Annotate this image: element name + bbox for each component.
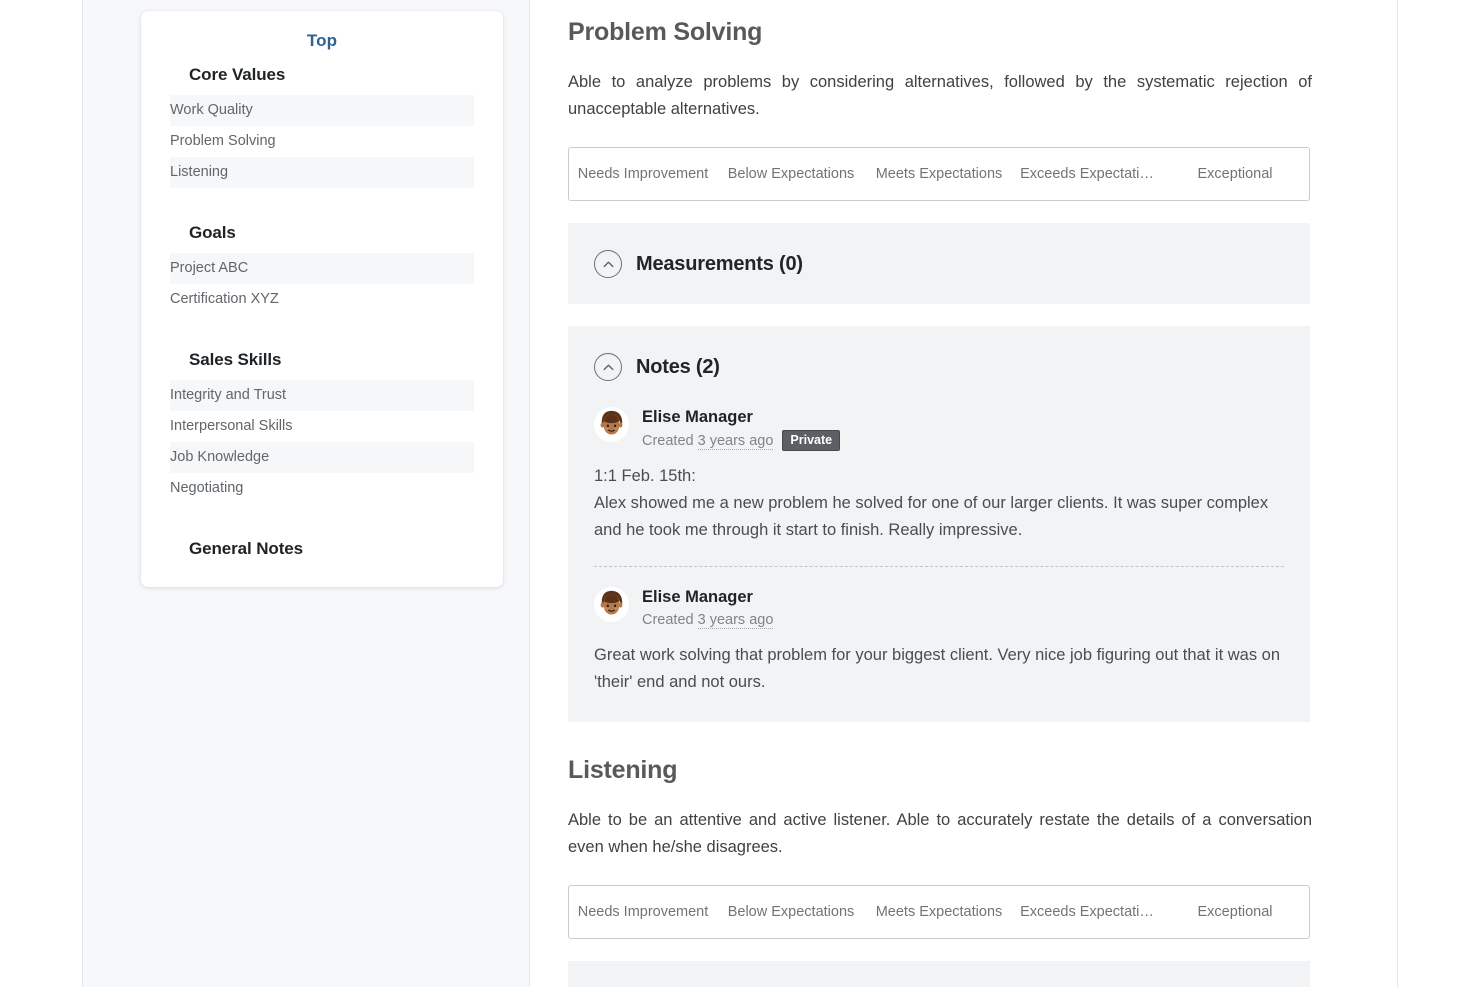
- sidebar-group-sales-skills: Sales Skills Integrity and Trust Interpe…: [141, 350, 503, 504]
- sidebar-group-title: Sales Skills: [189, 350, 282, 369]
- chevron-up-circle-icon[interactable]: [594, 353, 622, 381]
- sidebar-item-project-abc[interactable]: Project ABC: [170, 253, 474, 284]
- sidebar-group-title: Goals: [189, 223, 236, 242]
- sidebar-group-goals: Goals Project ABC Certification XYZ: [141, 223, 503, 315]
- sidebar-item-problem-solving[interactable]: Problem Solving: [170, 126, 474, 157]
- sidebar-nav-card: Top Core Values Work Quality Problem Sol…: [141, 11, 503, 587]
- note-author: Elise Manager: [642, 408, 753, 426]
- section-listening: Listening Able to be an attentive and ac…: [568, 756, 1361, 987]
- sidebar-item-label: Certification XYZ: [170, 291, 279, 307]
- sidebar-item-job-knowledge[interactable]: Job Knowledge: [170, 442, 474, 473]
- rating-option-exceeds-expectations[interactable]: Exceeds Expectati…: [1013, 904, 1161, 920]
- sidebar-item-label: Integrity and Trust: [170, 387, 287, 403]
- note-header: Elise Manager Created 3 years ago: [594, 587, 1284, 636]
- section-title: Problem Solving: [568, 18, 763, 46]
- notes-panel-header[interactable]: Notes (2): [568, 326, 1310, 407]
- avatar: [594, 587, 629, 622]
- sidebar-item-label: Job Knowledge: [170, 449, 270, 465]
- sidebar-column: Top Core Values Work Quality Problem Sol…: [83, 0, 530, 987]
- note-author: Elise Manager: [642, 588, 753, 606]
- sidebar-item-negotiating[interactable]: Negotiating: [170, 473, 474, 504]
- notes-list: Elise Manager Created 3 years ago Privat…: [568, 407, 1310, 722]
- sidebar-group-general-notes: General Notes: [141, 539, 503, 559]
- sidebar-top-link[interactable]: Top: [141, 29, 503, 65]
- measurements-panel-header[interactable]: Measurements (0): [568, 223, 1310, 304]
- note-meta: Created 3 years ago: [642, 610, 774, 630]
- note-meta: Created 3 years ago Private: [642, 430, 841, 451]
- sidebar-item-label: Work Quality: [170, 102, 253, 118]
- note-created-label: Created 3 years ago: [642, 432, 774, 450]
- notes-panel: Notes (2) Elise Manager Created 3 years …: [568, 326, 1310, 722]
- rating-scale[interactable]: Needs Improvement Below Expectations Mee…: [568, 885, 1310, 939]
- sidebar-item-integrity-and-trust[interactable]: Integrity and Trust: [170, 380, 474, 411]
- note-created-label: Created 3 years ago: [642, 612, 774, 629]
- note-created-time[interactable]: 3 years ago: [697, 612, 774, 629]
- rating-option-meets-expectations[interactable]: Meets Expectations: [865, 166, 1013, 182]
- main-content: Problem Solving Able to analyze problems…: [530, 0, 1397, 987]
- note-body: Great work solving that problem for your…: [594, 646, 1281, 691]
- section-problem-solving: Problem Solving Able to analyze problems…: [568, 18, 1361, 722]
- avatar: [594, 407, 629, 442]
- note-header: Elise Manager Created 3 years ago Privat…: [594, 407, 1284, 457]
- rating-scale[interactable]: Needs Improvement Below Expectations Mee…: [568, 147, 1310, 201]
- sidebar-item-certification-xyz[interactable]: Certification XYZ: [170, 284, 474, 315]
- app-shell: Top Core Values Work Quality Problem Sol…: [82, 0, 1398, 987]
- note-created-time[interactable]: 3 years ago: [697, 432, 774, 450]
- rating-option-below-expectations[interactable]: Below Expectations: [717, 904, 865, 920]
- sidebar-item-label: Listening: [170, 164, 229, 180]
- note-body: 1:1 Feb. 15th: Alex showed me a new prob…: [594, 467, 1269, 539]
- section-description: Able to analyze problems by considering …: [568, 73, 1312, 118]
- section-description: Able to be an attentive and active liste…: [568, 811, 1312, 856]
- rating-option-exceptional[interactable]: Exceptional: [1161, 166, 1309, 182]
- sidebar-item-label: Negotiating: [170, 480, 244, 496]
- note-item: Elise Manager Created 3 years ago Great …: [594, 587, 1284, 696]
- sidebar-group-title: Core Values: [189, 65, 286, 84]
- notes-panel-title: Notes (2): [636, 355, 720, 378]
- note-item: Elise Manager Created 3 years ago Privat…: [594, 407, 1284, 544]
- chevron-up-circle-icon[interactable]: [594, 250, 622, 278]
- sidebar-item-label: Problem Solving: [170, 133, 276, 149]
- note-author-block: Elise Manager Created 3 years ago Privat…: [642, 407, 841, 451]
- rating-option-exceeds-expectations[interactable]: Exceeds Expectati…: [1013, 166, 1161, 182]
- sidebar-group-title: General Notes: [189, 539, 303, 558]
- rating-option-exceptional[interactable]: Exceptional: [1161, 904, 1309, 920]
- section-title: Listening: [568, 756, 678, 784]
- status-badge-private: Private: [782, 430, 841, 451]
- rating-option-meets-expectations[interactable]: Meets Expectations: [865, 904, 1013, 920]
- rating-option-needs-improvement[interactable]: Needs Improvement: [569, 166, 717, 182]
- rating-option-below-expectations[interactable]: Below Expectations: [717, 166, 865, 182]
- measurements-panel: Measurements (0): [568, 223, 1310, 304]
- sidebar-item-label: Interpersonal Skills: [170, 418, 293, 434]
- measurements-panel-title: Measurements (0): [636, 252, 803, 275]
- measurements-panel-partial[interactable]: [568, 961, 1310, 987]
- note-divider: [594, 566, 1284, 567]
- sidebar-item-interpersonal-skills[interactable]: Interpersonal Skills: [170, 411, 474, 442]
- sidebar-item-work-quality[interactable]: Work Quality: [170, 95, 474, 126]
- sidebar-item-label: Project ABC: [170, 260, 249, 276]
- sidebar-item-listening[interactable]: Listening: [170, 157, 474, 188]
- note-author-block: Elise Manager Created 3 years ago: [642, 587, 774, 630]
- sidebar-group-core-values: Core Values Work Quality Problem Solving…: [141, 65, 503, 188]
- page-root: Top Core Values Work Quality Problem Sol…: [0, 0, 1480, 987]
- rating-option-needs-improvement[interactable]: Needs Improvement: [569, 904, 717, 920]
